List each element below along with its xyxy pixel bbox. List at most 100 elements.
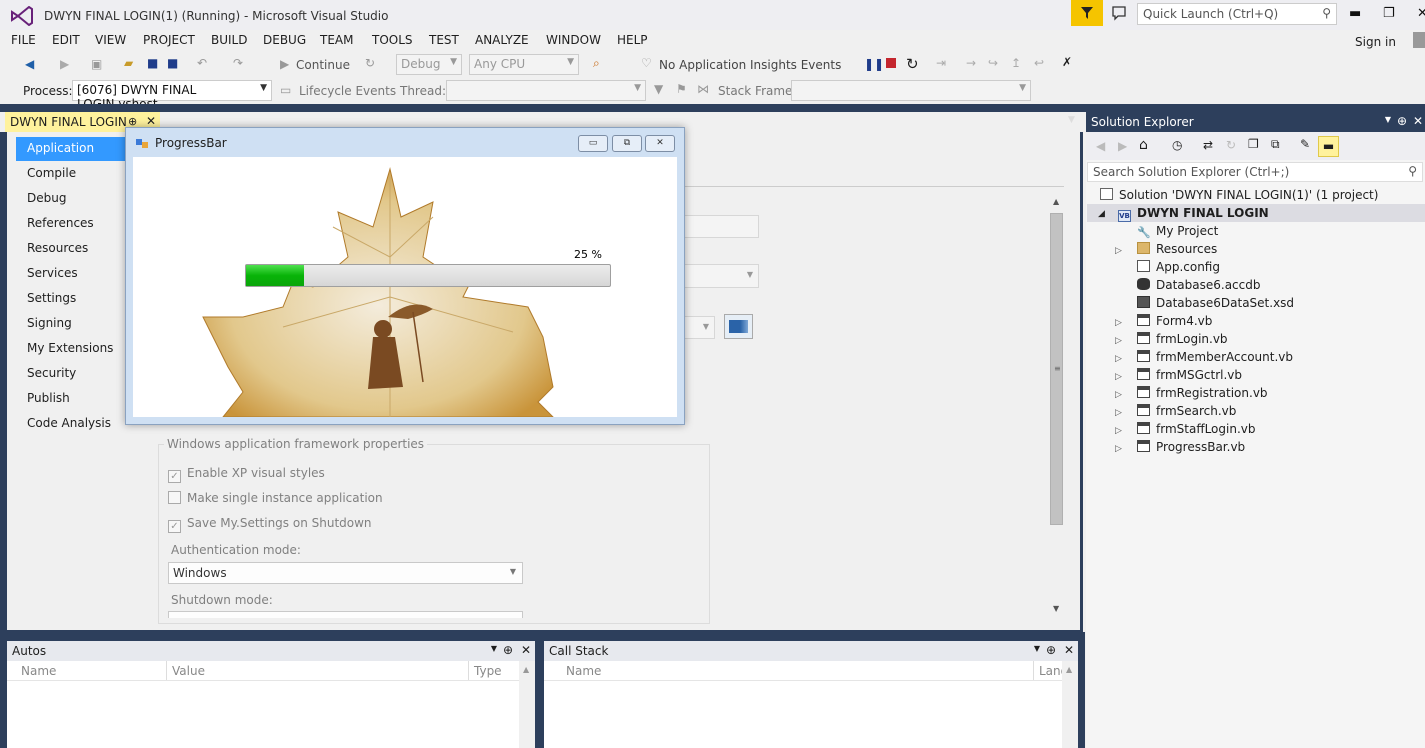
find-icon[interactable]: ⌕ — [593, 56, 600, 71]
properties-icon[interactable]: ✎ — [1300, 137, 1310, 151]
solution-item[interactable]: frmLogin.vb — [1137, 332, 1228, 346]
menu-edit[interactable]: EDIT — [52, 33, 80, 47]
lifecycle-events-dropdown[interactable]: Lifecycle Events — [299, 84, 396, 98]
expand-arrow-icon[interactable]: ▷ — [1115, 390, 1122, 400]
solution-node[interactable]: Solution 'DWYN FINAL LOGIN(1)' (1 projec… — [1100, 188, 1378, 202]
flag-icon[interactable]: ⚑ — [676, 82, 687, 96]
notification-filter-icon[interactable] — [1071, 0, 1103, 26]
step-back-icon[interactable]: ↩ — [1034, 56, 1044, 70]
callstack-close-icon[interactable]: ✕ — [1064, 643, 1074, 657]
collapse-all-icon[interactable]: ❐ — [1248, 137, 1259, 151]
autos-pin-icon[interactable]: ⊕ — [503, 643, 513, 657]
shutdown-mode-select[interactable] — [168, 611, 523, 618]
expand-arrow-icon[interactable]: ▷ — [1115, 318, 1122, 328]
solution-item[interactable]: ProgressBar.vb — [1137, 440, 1245, 454]
se-dropdown-icon[interactable]: ▼ — [1385, 115, 1391, 124]
callstack-dropdown-icon[interactable]: ▼ — [1034, 644, 1040, 653]
callstack-col-name[interactable]: Name — [566, 664, 601, 678]
callstack-scrollbar[interactable]: ▲ — [1062, 661, 1078, 748]
refresh-icon[interactable]: ↻ — [365, 56, 375, 70]
checkbox-box[interactable] — [168, 491, 181, 504]
xp-styles-checkbox[interactable]: ✓ Enable XP visual styles — [168, 466, 325, 483]
solution-item[interactable]: frmRegistration.vb — [1137, 386, 1268, 400]
expand-arrow-icon[interactable]: ▷ — [1115, 444, 1122, 454]
solution-item[interactable]: frmMemberAccount.vb — [1137, 350, 1293, 364]
single-instance-checkbox[interactable]: Make single instance application — [168, 491, 383, 505]
icon-preview-icon[interactable] — [724, 314, 753, 339]
thread-select[interactable]: ▼ — [446, 80, 646, 101]
menu-file[interactable]: FILE — [11, 33, 36, 47]
save-settings-checkbox[interactable]: ✓ Save My.Settings on Shutdown — [168, 516, 372, 533]
solution-item[interactable]: Resources — [1137, 242, 1217, 256]
nav-signing[interactable]: Signing — [16, 312, 126, 336]
process-select[interactable]: [6076] DWYN FINAL LOGIN.vshost▼ — [72, 80, 272, 111]
project-node[interactable]: VB DWYN FINAL LOGIN — [1118, 206, 1269, 222]
close-button[interactable]: ✕ — [1417, 6, 1425, 21]
insights-icon[interactable]: ♡ — [641, 56, 652, 70]
step-into-icon[interactable]: → — [966, 56, 976, 70]
expand-arrow-icon[interactable]: ▷ — [1115, 246, 1122, 256]
expand-arrow-icon[interactable]: ▷ — [1115, 336, 1122, 346]
menu-analyze[interactable]: ANALYZE — [475, 33, 529, 47]
menu-debug[interactable]: DEBUG — [263, 33, 306, 47]
auth-mode-select[interactable]: Windows ▼ — [168, 562, 523, 584]
solution-item[interactable]: App.config — [1137, 260, 1220, 274]
nav-services[interactable]: Services — [16, 262, 126, 286]
nav-application[interactable]: Application — [16, 137, 126, 161]
pending-changes-icon[interactable]: ◷ — [1172, 138, 1182, 152]
undo-icon[interactable]: ↶ — [197, 56, 207, 70]
expand-arrow-icon[interactable]: ▷ — [1115, 372, 1122, 382]
se-pin-icon[interactable]: ⊕ — [1397, 114, 1407, 128]
redo-icon[interactable]: ↷ — [233, 56, 243, 70]
autos-dropdown-icon[interactable]: ▼ — [491, 644, 497, 653]
se-close-icon[interactable]: ✕ — [1413, 114, 1423, 128]
autos-close-icon[interactable]: ✕ — [521, 643, 531, 657]
solution-item[interactable]: frmStaffLogin.vb — [1137, 422, 1256, 436]
nav-publish[interactable]: Publish — [16, 387, 126, 411]
quick-launch-input[interactable]: Quick Launch (Ctrl+Q) ⚲ — [1137, 3, 1337, 25]
restart-icon[interactable]: ↻ — [906, 55, 919, 73]
solution-item[interactable]: frmSearch.vb — [1137, 404, 1236, 418]
solution-item[interactable]: Database6.accdb — [1137, 278, 1261, 292]
nav-settings[interactable]: Settings — [16, 287, 126, 311]
nav-security[interactable]: Security — [16, 362, 126, 386]
menu-build[interactable]: BUILD — [211, 33, 247, 47]
thread-filter-icon[interactable]: ▼ — [654, 82, 663, 96]
callstack-pin-icon[interactable]: ⊕ — [1046, 643, 1056, 657]
nav-debug[interactable]: Debug — [16, 187, 126, 211]
show-next-statement-icon[interactable]: ⇥ — [936, 56, 946, 70]
step-out-icon[interactable]: ↥ — [1011, 56, 1021, 70]
text-field[interactable] — [680, 215, 759, 238]
menu-tools[interactable]: TOOLS — [372, 33, 413, 47]
checkbox-box[interactable]: ✓ — [168, 470, 181, 483]
se-forward-icon[interactable]: ▶ — [1118, 139, 1127, 153]
autos-col-name[interactable]: Name — [21, 664, 56, 678]
solution-search-input[interactable]: Search Solution Explorer (Ctrl+;) ⚲ — [1087, 162, 1423, 182]
checkbox-box[interactable]: ✓ — [168, 520, 181, 533]
stack-frame-select[interactable]: ▼ — [791, 80, 1031, 101]
feedback-icon[interactable] — [1111, 5, 1127, 24]
expand-arrow-icon[interactable]: ▷ — [1115, 354, 1122, 364]
autos-col-type[interactable]: Type — [474, 664, 502, 678]
tab-overflow-icon[interactable]: ▼ — [1068, 115, 1075, 125]
minimize-button[interactable]: ▬ — [1349, 6, 1361, 21]
form-close-button[interactable]: ✕ — [645, 135, 675, 152]
save-icon[interactable]: ■ — [147, 56, 158, 70]
menu-team[interactable]: TEAM — [320, 33, 353, 47]
menu-test[interactable]: TEST — [429, 33, 459, 47]
expand-arrow-icon[interactable]: ▷ — [1115, 426, 1122, 436]
menu-window[interactable]: WINDOW — [546, 33, 601, 47]
new-project-icon[interactable]: ▣ — [91, 57, 102, 71]
scroll-up-icon[interactable]: ▲ — [1053, 197, 1059, 206]
navigate-forward-icon[interactable]: ▶ — [60, 57, 69, 71]
step-over-icon[interactable]: ↪ — [988, 56, 998, 70]
se-back-icon[interactable]: ◀ — [1096, 139, 1105, 153]
sync-icon[interactable]: ⇄ — [1203, 138, 1213, 152]
platform-select[interactable]: Any CPU ▼ — [469, 54, 579, 75]
menu-help[interactable]: HELP — [617, 33, 648, 47]
open-file-icon[interactable]: ▰ — [124, 56, 133, 70]
dropdown-field[interactable]: ▼ — [680, 264, 759, 288]
autos-scrollbar[interactable]: ▲ — [519, 661, 535, 748]
solution-item[interactable]: Form4.vb — [1137, 314, 1212, 328]
break-all-icon[interactable]: ❚❚ — [864, 57, 884, 71]
